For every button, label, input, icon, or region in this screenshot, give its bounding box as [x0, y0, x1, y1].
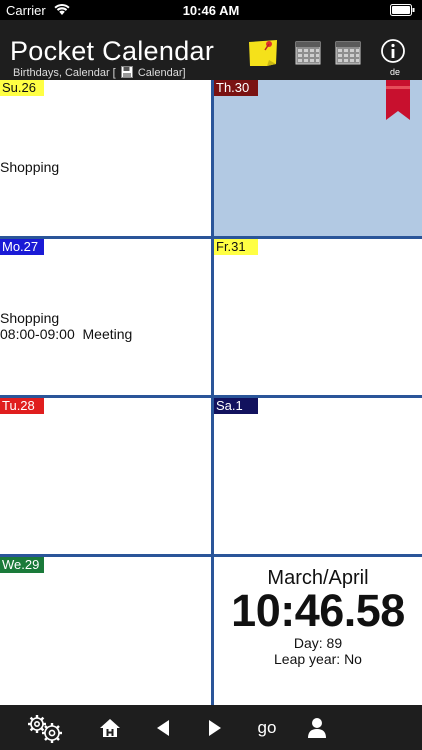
status-time: 10:46 AM [182, 3, 240, 18]
battery-icon [390, 4, 416, 16]
header-bar: Pocket Calendar Birthdays, Calendar [ Ca… [0, 20, 422, 80]
day-cell[interactable]: Su.26 Shopping [0, 80, 211, 236]
day-cell[interactable]: We.29 [0, 557, 211, 705]
clock-time: 10:46.58 [231, 585, 405, 636]
day-label: Su.26 [0, 80, 44, 96]
subtitle-prefix: Birthdays, Calendar [ [13, 67, 116, 79]
day-label: We.29 [0, 557, 44, 573]
calendar-source-subtitle[interactable]: Birthdays, Calendar [ Calendar] [13, 66, 186, 81]
day-of-year: Day: 89 [293, 635, 343, 651]
grid-divider-horizontal [0, 395, 422, 398]
go-button[interactable]: go [250, 705, 284, 750]
event-item[interactable]: Shopping [0, 310, 59, 326]
right-arrow-icon[interactable] [200, 705, 230, 750]
subtitle-suffix: Calendar] [137, 67, 186, 79]
bottom-toolbar: go [0, 705, 422, 750]
grid-divider-horizontal [0, 554, 422, 557]
clock-panel: March/April 10:46.58 Day: 89 Leap year: … [214, 557, 422, 705]
day-label: Tu.28 [0, 398, 44, 414]
grid-divider-vertical [211, 80, 214, 705]
day-label: Fr.31 [214, 239, 258, 255]
bookmark-icon [386, 80, 410, 120]
day-cell[interactable]: Mo.27 Shopping 08:00-09:00 Meeting [0, 239, 211, 395]
floppy-disk-icon [120, 66, 133, 81]
day-cell[interactable]: Tu.28 [0, 398, 211, 554]
event-item[interactable]: 08:00-09:00 Meeting [0, 326, 132, 342]
event-item[interactable]: Shopping [0, 159, 59, 175]
left-arrow-icon[interactable] [148, 705, 178, 750]
home-icon[interactable] [95, 705, 125, 750]
calendar-grid-icon[interactable] [332, 38, 364, 68]
info-icon[interactable] [378, 38, 410, 68]
sticky-note-icon[interactable] [247, 38, 279, 68]
app-title: Pocket Calendar [10, 36, 215, 66]
day-label: Sa.1 [214, 398, 258, 414]
day-cell[interactable]: Fr.31 [214, 239, 422, 395]
calendar-grid-icon[interactable] [292, 38, 324, 68]
day-label: Th.30 [214, 80, 258, 96]
grid-divider-horizontal [0, 236, 422, 239]
week-grid: Su.26 Shopping Th.30 Mo.27 Shopping 08:0… [0, 80, 422, 705]
leap-year: Leap year: No [274, 651, 362, 667]
language-label: de [389, 67, 400, 77]
day-cell-today[interactable]: Th.30 [214, 80, 422, 236]
user-icon[interactable] [302, 705, 332, 750]
status-bar: Carrier 10:46 AM [0, 0, 422, 20]
gears-icon[interactable] [20, 705, 70, 750]
day-label: Mo.27 [0, 239, 44, 255]
day-cell[interactable]: Sa.1 [214, 398, 422, 554]
